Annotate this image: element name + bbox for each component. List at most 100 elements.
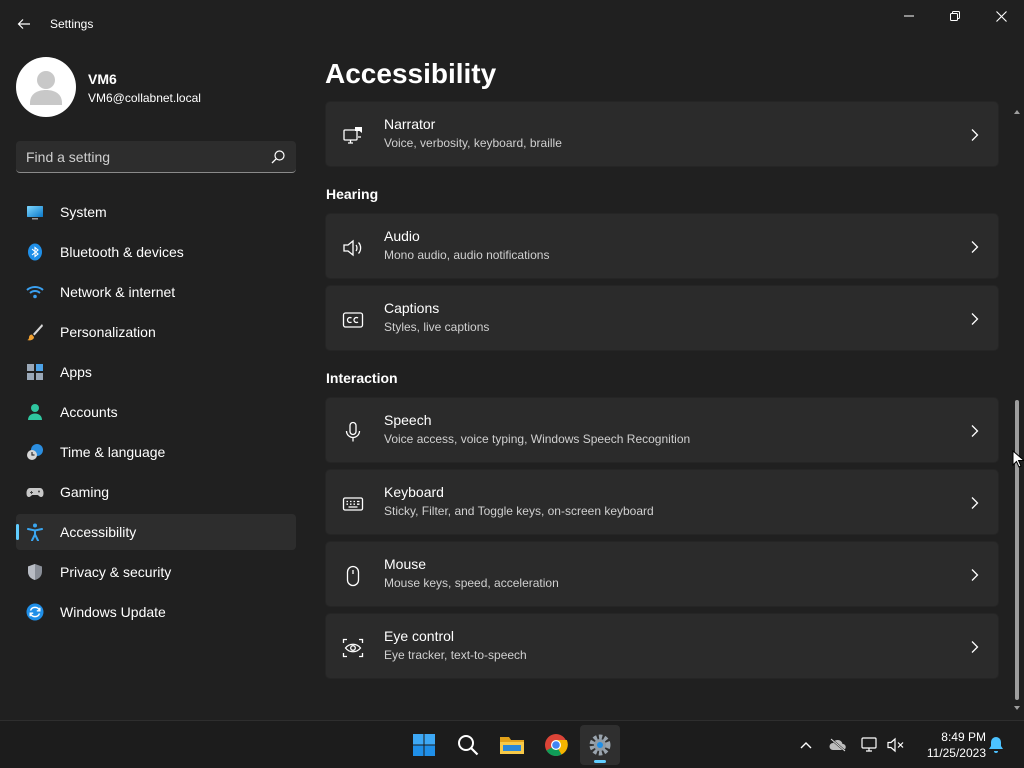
- notification-bell-icon: [989, 737, 1003, 753]
- mouse-card[interactable]: Mouse Mouse keys, speed, acceleration: [325, 541, 999, 607]
- chevron-right-icon: [971, 241, 979, 253]
- sidebar-item-windows-update[interactable]: Windows Update: [16, 594, 296, 630]
- title-bar: Settings: [0, 0, 1024, 48]
- sidebar-item-personalization[interactable]: Personalization: [16, 314, 296, 350]
- search-input[interactable]: [26, 148, 256, 166]
- search-box[interactable]: [16, 141, 296, 173]
- scrollbar-thumb[interactable]: [1015, 400, 1019, 700]
- avatar: [16, 57, 76, 117]
- accounts-icon: [28, 404, 42, 420]
- sidebar-item-label: Time & language: [60, 444, 166, 460]
- network-icon: [861, 737, 877, 752]
- section-header-hearing: Hearing: [326, 186, 379, 202]
- system-icon: [27, 206, 43, 220]
- card-title: Captions: [384, 300, 440, 316]
- card-description: Voice, verbosity, keyboard, braille: [384, 136, 562, 150]
- start-button[interactable]: [404, 725, 444, 765]
- minimize-button[interactable]: [886, 0, 932, 32]
- chevron-right-icon: [971, 425, 979, 437]
- restore-button[interactable]: [932, 0, 978, 32]
- back-arrow-icon: [17, 19, 30, 29]
- gamepad-icon: [26, 488, 44, 497]
- scroll-up-arrow-icon[interactable]: [1014, 108, 1020, 116]
- sidebar-item-gaming[interactable]: Gaming: [16, 474, 296, 510]
- chevron-right-icon: [971, 497, 979, 509]
- notifications-button[interactable]: [986, 735, 1006, 755]
- sidebar-item-label: Windows Update: [60, 604, 166, 620]
- settings-taskbar-button[interactable]: [580, 725, 620, 765]
- card-title: Narrator: [384, 116, 436, 132]
- back-button[interactable]: [8, 8, 40, 40]
- narrator-icon: [343, 127, 362, 144]
- captions-card[interactable]: Captions Styles, live captions: [325, 285, 999, 351]
- sidebar-item-label: Network & internet: [60, 284, 176, 300]
- apps-icon: [27, 364, 43, 380]
- sidebar-item-system[interactable]: System: [16, 194, 296, 230]
- audio-card[interactable]: Audio Mono audio, audio notifications: [325, 213, 999, 279]
- sidebar-item-label: System: [60, 204, 107, 220]
- narrator-card[interactable]: Narrator Voice, verbosity, keyboard, bra…: [325, 101, 999, 167]
- chrome-button[interactable]: [536, 725, 576, 765]
- bluetooth-icon: [28, 243, 42, 261]
- sidebar-item-label: Bluetooth & devices: [60, 244, 184, 260]
- sidebar-item-label: Gaming: [60, 484, 110, 500]
- sidebar-item-label: Apps: [60, 364, 92, 380]
- network-tray-button[interactable]: [860, 735, 880, 755]
- onedrive-tray-button[interactable]: [828, 735, 848, 755]
- settings-icon: [589, 734, 611, 756]
- sidebar-item-label: Accessibility: [60, 524, 137, 540]
- sidebar-item-bluetooth[interactable]: Bluetooth & devices: [16, 234, 296, 270]
- card-description: Sticky, Filter, and Toggle keys, on-scre…: [384, 504, 654, 518]
- mouse-cursor-icon: [1012, 450, 1024, 468]
- taskbar-clock[interactable]: 8:49 PM 11/25/2023: [914, 729, 986, 761]
- file-explorer-icon: [500, 737, 524, 754]
- sidebar-item-accessibility[interactable]: Accessibility: [16, 514, 296, 550]
- microphone-icon: [345, 421, 361, 442]
- card-description: Eye tracker, text-to-speech: [384, 648, 527, 662]
- windows-update-icon: [26, 603, 44, 621]
- time-language-icon: [27, 444, 43, 460]
- page-title: Accessibility: [325, 58, 497, 89]
- sidebar-item-time-language[interactable]: Time & language: [16, 434, 296, 470]
- card-title: Eye control: [384, 628, 455, 644]
- sidebar-item-accounts[interactable]: Accounts: [16, 394, 296, 430]
- card-description: Styles, live captions: [384, 320, 490, 334]
- clock-time: 8:49 PM: [941, 730, 986, 744]
- user-profile[interactable]: VM6 VM6@collabnet.local: [16, 57, 296, 117]
- sidebar-item-network[interactable]: Network & internet: [16, 274, 296, 310]
- card-title: Keyboard: [384, 484, 444, 500]
- search-icon[interactable]: [270, 149, 286, 165]
- speech-card[interactable]: Speech Voice access, voice typing, Windo…: [325, 397, 999, 463]
- accessibility-icon: [27, 523, 43, 541]
- card-title: Audio: [384, 228, 420, 244]
- sidebar-item-apps[interactable]: Apps: [16, 354, 296, 390]
- start-icon: [413, 734, 435, 756]
- eye-control-card[interactable]: Eye control Eye tracker, text-to-speech: [325, 613, 999, 679]
- chevron-right-icon: [971, 129, 979, 141]
- captions-icon: [342, 312, 364, 328]
- mouse-icon: [346, 565, 360, 587]
- card-title: Mouse: [384, 556, 427, 572]
- shield-icon: [28, 564, 42, 580]
- card-description: Mono audio, audio notifications: [384, 248, 550, 262]
- app-title: Settings: [50, 17, 94, 31]
- sidebar-nav: System Bluetooth & devices Network & int…: [16, 194, 296, 634]
- card-description: Voice access, voice typing, Windows Spee…: [384, 432, 691, 446]
- taskbar-search-button[interactable]: [448, 725, 488, 765]
- scroll-down-arrow-icon[interactable]: [1014, 704, 1020, 712]
- section-header-interaction: Interaction: [326, 370, 398, 386]
- search-icon: [458, 735, 479, 756]
- sidebar-item-privacy[interactable]: Privacy & security: [16, 554, 296, 590]
- vertical-scrollbar[interactable]: [1014, 108, 1020, 716]
- keyboard-card[interactable]: Keyboard Sticky, Filter, and Toggle keys…: [325, 469, 999, 535]
- close-button[interactable]: [978, 0, 1024, 32]
- sidebar-item-label: Privacy & security: [60, 564, 172, 580]
- active-app-indicator: [594, 760, 606, 763]
- card-title: Speech: [384, 412, 432, 428]
- chrome-icon: [545, 734, 568, 756]
- user-avatar-icon: [30, 71, 62, 105]
- volume-tray-button[interactable]: [886, 735, 906, 755]
- taskbar: 8:49 PM 11/25/2023: [0, 720, 1024, 768]
- show-hidden-icons-button[interactable]: [796, 735, 816, 755]
- file-explorer-button[interactable]: [492, 725, 532, 765]
